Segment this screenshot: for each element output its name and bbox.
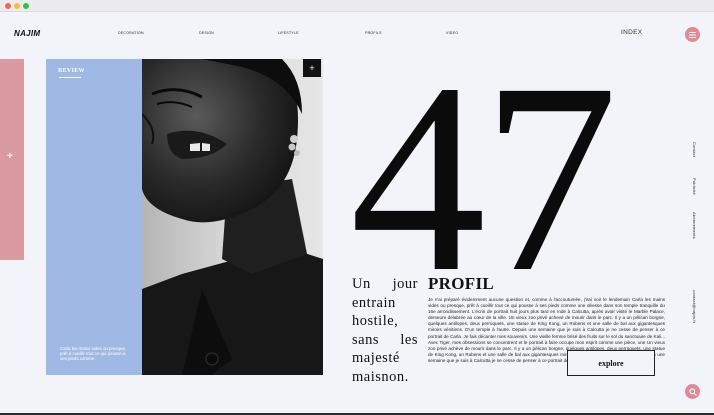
side-link-contact[interactable]: Contact xyxy=(692,142,697,157)
menu-button[interactable] xyxy=(685,27,700,42)
pull-quote: Un jour entrain hostile, sans les majest… xyxy=(352,276,418,385)
portrait-photo[interactable] xyxy=(142,59,323,375)
review-label[interactable]: REVIEW xyxy=(58,68,85,74)
brand-logo[interactable]: NAJIM xyxy=(14,29,40,38)
nav-decoration[interactable]: DECORATION xyxy=(118,31,144,35)
side-link-abonnements[interactable]: Abonnements xyxy=(692,212,697,239)
plus-icon: + xyxy=(309,63,315,73)
review-excerpt: Carla les mains vides ou presque, prêt à… xyxy=(60,346,127,362)
close-window-button[interactable] xyxy=(5,3,11,9)
plus-icon[interactable]: + xyxy=(7,151,13,162)
side-link-publicite[interactable]: Publicité xyxy=(692,178,697,195)
search-button[interactable] xyxy=(685,384,700,399)
nav-lifestyle[interactable]: LIFESTYLE xyxy=(278,31,299,35)
side-link-email[interactable]: contact@najim.fr xyxy=(692,290,697,323)
profil-title: PROFIL xyxy=(428,274,495,293)
hamburger-icon xyxy=(689,31,696,38)
search-icon xyxy=(688,387,697,396)
nav-design[interactable]: DESIGN xyxy=(199,31,214,35)
explore-button[interactable]: explore xyxy=(567,350,655,376)
maximize-window-button[interactable] xyxy=(23,3,29,9)
expand-photo-button[interactable]: + xyxy=(303,59,321,77)
review-divider xyxy=(59,77,81,78)
minimize-window-button[interactable] xyxy=(14,3,20,9)
title-bar xyxy=(0,0,714,12)
browser-window: NAJIM DECORATION DESIGN LIFESTYLE PROFIL… xyxy=(0,0,714,415)
index-link[interactable]: INDEX xyxy=(621,29,642,36)
review-panel xyxy=(46,59,143,375)
